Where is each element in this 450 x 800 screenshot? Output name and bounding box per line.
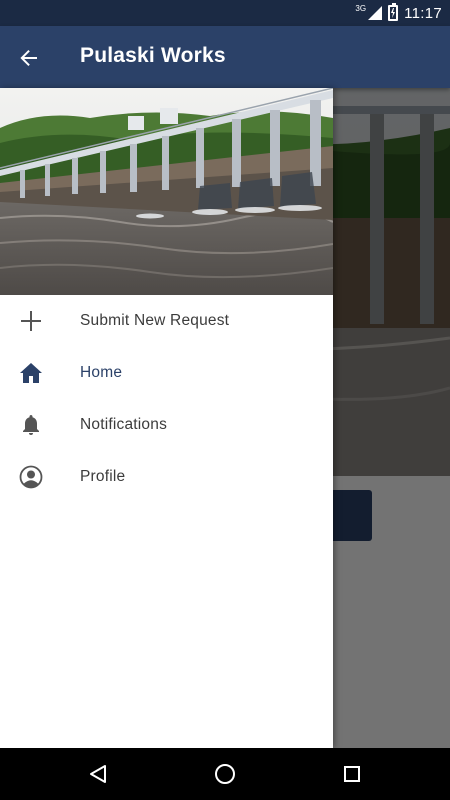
plus-icon	[18, 308, 44, 334]
drawer-menu: Submit New Request Home Notifications Pr…	[0, 295, 333, 503]
menu-item-profile[interactable]: Profile	[0, 451, 333, 503]
menu-item-label: Notifications	[80, 416, 168, 433]
menu-item-label: Profile	[80, 468, 126, 485]
back-button[interactable]	[14, 43, 44, 73]
home-icon	[18, 360, 44, 386]
status-icons: 3G 11:17	[355, 3, 442, 23]
arrow-back-icon	[20, 50, 37, 66]
circle-home-icon	[215, 764, 235, 784]
menu-item-label: Submit New Request	[80, 312, 230, 329]
profile-icon	[18, 464, 44, 490]
battery-icon	[388, 3, 399, 21]
status-clock: 11:17	[404, 4, 442, 22]
app-bar: Pulaski Works	[0, 26, 450, 88]
nav-recents-button[interactable]	[340, 762, 364, 786]
triangle-back-icon	[90, 765, 106, 783]
square-recents-icon	[344, 766, 360, 782]
network-type-label: 3G	[355, 3, 367, 13]
app-title: Pulaski Works	[80, 44, 226, 67]
system-nav-bar	[0, 748, 450, 800]
menu-item-submit-new-request[interactable]: Submit New Request	[0, 295, 333, 347]
drawer-header-image	[0, 88, 333, 295]
navigation-drawer: Submit New Request Home Notifications Pr…	[0, 88, 333, 748]
nav-back-button[interactable]	[86, 762, 110, 786]
menu-item-label: Home	[80, 364, 123, 381]
menu-item-notifications[interactable]: Notifications	[0, 399, 333, 451]
status-bar: 3G 11:17	[0, 0, 450, 26]
nav-home-button[interactable]	[213, 762, 237, 786]
menu-item-home[interactable]: Home	[0, 347, 333, 399]
signal-icon	[368, 6, 383, 20]
bell-icon	[18, 412, 44, 438]
